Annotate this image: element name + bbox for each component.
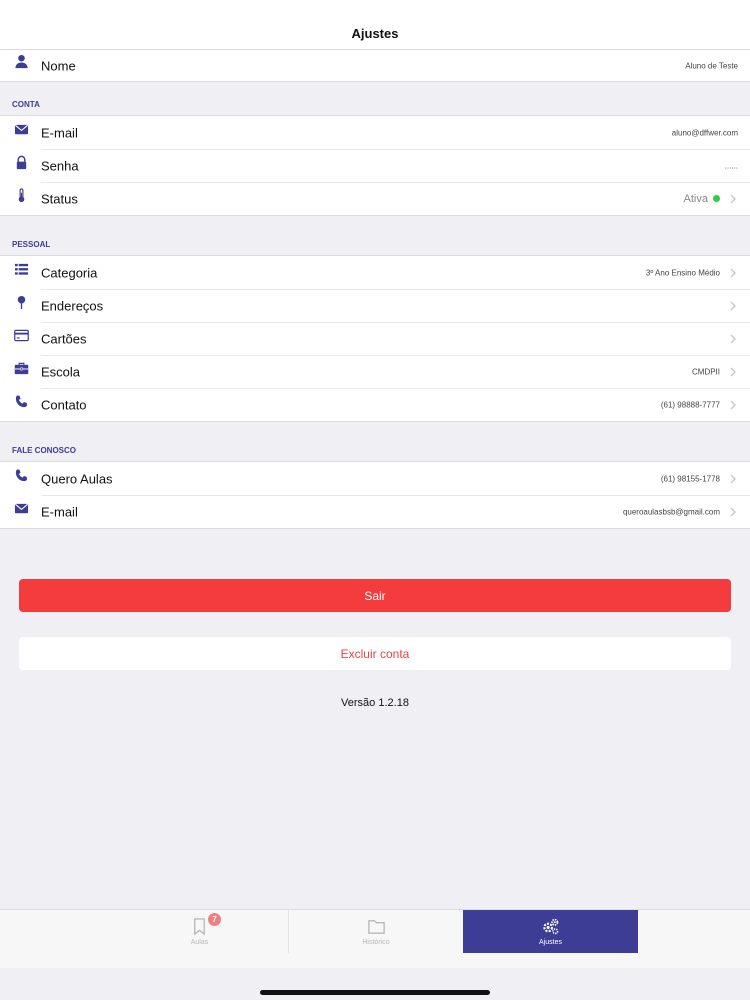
senha-value: ...... (724, 161, 738, 170)
mail-icon (13, 500, 29, 516)
name-value: Aluno de Teste (685, 61, 738, 70)
briefcase-icon (13, 360, 29, 376)
tab-historico-label: Histórico (362, 939, 390, 946)
pessoal-group: Categoria 3º Ano Ensino Médio Endereços … (0, 256, 750, 422)
list-icon (13, 261, 29, 277)
nav-header: Ajustes (0, 0, 750, 50)
contact-email-row[interactable]: E-mail queroaulasbsb@gmail.com (0, 495, 750, 528)
categoria-value: 3º Ano Ensino Médio (645, 268, 720, 277)
user-icon (13, 53, 29, 69)
conta-group: E-mail aluno@dffwer.com Senha ...... Sta… (0, 116, 750, 216)
chevron-right-icon (730, 474, 736, 483)
tab-aulas-label: Aulas (190, 939, 209, 946)
pessoal-section: PESSOAL Categoria 3º Ano Ensino Médio En… (0, 230, 750, 422)
conta-section: CONTA E-mail aluno@dffwer.com Senha ....… (0, 90, 750, 216)
enderecos-label: Endereços (41, 298, 104, 313)
categoria-label: Categoria (41, 265, 98, 280)
status-label: Status (41, 191, 78, 206)
chevron-right-icon (730, 367, 736, 376)
fale-conosco-section: FALE CONOSCO Quero Aulas (61) 98155-1778… (0, 436, 750, 529)
tab-historico[interactable]: Histórico (288, 910, 463, 953)
home-indicator (260, 990, 490, 995)
contato-row[interactable]: Contato (61) 98888-7777 (0, 388, 750, 421)
senha-row[interactable]: Senha ...... (0, 149, 750, 182)
status-indicator (713, 195, 720, 202)
thermometer-icon (13, 187, 29, 203)
contato-label: Contato (41, 397, 87, 412)
status-row[interactable]: Status Ativa (0, 182, 750, 215)
quero-aulas-row[interactable]: Quero Aulas (61) 98155-1778 (0, 462, 750, 495)
contato-value: (61) 98888-7777 (660, 400, 720, 409)
pin-icon (13, 294, 29, 310)
phone-icon (13, 393, 29, 409)
fale-conosco-group: Quero Aulas (61) 98155-1778 E-mail quero… (0, 462, 750, 529)
tab-ajustes[interactable]: Ajustes (463, 910, 638, 953)
folder-icon (367, 920, 385, 934)
chevron-right-icon (730, 507, 736, 516)
enderecos-row[interactable]: Endereços (0, 289, 750, 322)
cartoes-label: Cartões (41, 331, 87, 346)
email-value: aluno@dffwer.com (671, 128, 738, 137)
name-row[interactable]: Nome Aluno de Teste (0, 50, 750, 81)
categoria-row[interactable]: Categoria 3º Ano Ensino Médio (0, 256, 750, 289)
bookmark-icon (194, 918, 205, 936)
chevron-right-icon (730, 268, 736, 277)
escola-label: Escola (41, 364, 81, 379)
escola-row[interactable]: Escola CMDPII (0, 355, 750, 388)
phone-icon (13, 467, 29, 483)
gears-icon (543, 918, 559, 935)
page-title: Ajustes (351, 26, 399, 41)
section-title-conta: CONTA (0, 90, 750, 116)
email-label: E-mail (41, 125, 78, 140)
name-label: Nome (41, 58, 76, 73)
version-label: Versão 1.2.18 (341, 697, 409, 709)
status-value: Ativa (683, 192, 708, 205)
escola-value: CMDPII (692, 367, 720, 376)
chevron-right-icon (730, 194, 736, 203)
excluir-conta-button[interactable]: Excluir conta (19, 637, 731, 670)
senha-label: Senha (41, 158, 79, 173)
profile-group: Nome Aluno de Teste (0, 50, 750, 82)
contact-email-label: E-mail (41, 504, 78, 519)
mail-icon (13, 121, 29, 137)
tab-ajustes-label: Ajustes (539, 939, 562, 946)
notification-badge: 7 (208, 913, 221, 926)
tab-bar: Aulas 7 Histórico Ajustes (0, 909, 750, 968)
sair-button[interactable]: Sair (19, 579, 731, 612)
profile-section: Nome Aluno de Teste (0, 50, 750, 82)
credit-card-icon (13, 327, 29, 343)
contact-email-value: queroaulasbsb@gmail.com (622, 507, 720, 516)
lock-icon (13, 154, 29, 170)
chevron-right-icon (730, 400, 736, 409)
email-row[interactable]: E-mail aluno@dffwer.com (0, 116, 750, 149)
tab-aulas[interactable]: Aulas 7 (112, 910, 287, 953)
status-value-wrap: Ativa (684, 193, 720, 205)
quero-aulas-label: Quero Aulas (41, 471, 113, 486)
quero-aulas-value: (61) 98155-1778 (660, 474, 720, 483)
section-title-pessoal: PESSOAL (0, 230, 750, 256)
cartoes-row[interactable]: Cartões (0, 322, 750, 355)
section-title-fale-conosco: FALE CONOSCO (0, 436, 750, 462)
chevron-right-icon (730, 301, 736, 310)
chevron-right-icon (730, 334, 736, 343)
